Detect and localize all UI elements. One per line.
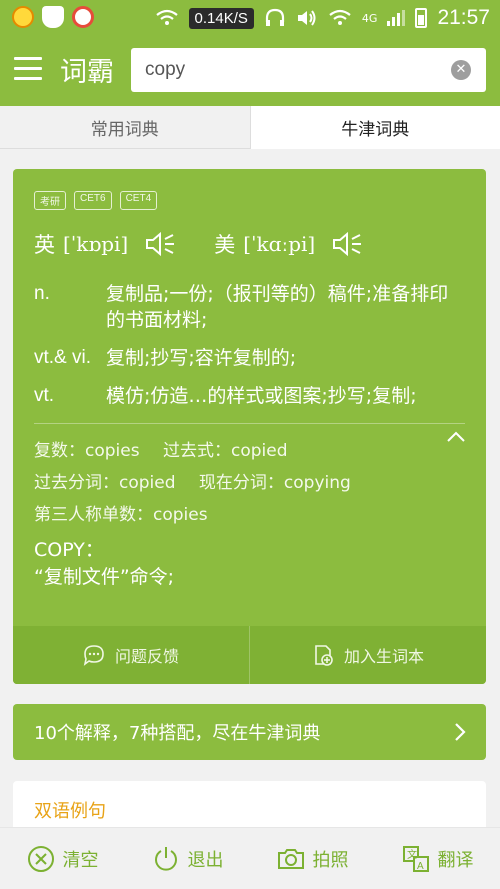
translate-button[interactable]: 文 A 翻译 <box>375 828 500 889</box>
cell-signal-icon <box>387 10 406 26</box>
speaker-uk-icon[interactable] <box>144 230 176 258</box>
clear-label: 清空 <box>62 849 99 871</box>
network-type: 4G <box>361 11 378 25</box>
feedback-button[interactable]: 问题反馈 <box>13 626 249 684</box>
phonetic: [ˈkɒpi] <box>63 232 129 256</box>
chevron-right-icon <box>455 723 466 741</box>
photo-button[interactable]: 拍照 <box>250 828 375 889</box>
exam-tag: CET4 <box>119 191 158 210</box>
chat-bubble-icon <box>83 645 104 666</box>
photo-label: 拍照 <box>312 849 349 871</box>
oxford-promo-text: 10个解释，7种搭配，尽在牛津词典 <box>34 723 321 744</box>
bottom-toolbar: 清空 退出 拍照 文 A 翻译 <box>0 827 500 889</box>
definition-text: 复制;抄写;容许复制的; <box>106 347 297 369</box>
wifi-icon <box>155 9 178 25</box>
shield-icon <box>42 6 64 28</box>
alarm-app-icon <box>72 6 94 28</box>
net-speed: 0.14K/S <box>188 7 254 29</box>
search-input[interactable] <box>131 48 451 92</box>
clear-circle-icon <box>27 845 54 872</box>
app-title: 词霸 <box>60 57 114 88</box>
search-box[interactable]: ✕ <box>131 48 486 92</box>
form-past: 过去式：copied <box>162 441 288 461</box>
notification-icons <box>12 6 94 28</box>
feedback-label: 问题反馈 <box>114 647 179 666</box>
definition-text: 复制品;一份;（报刊等的）稿件;准备排印的书面材料; <box>106 283 449 331</box>
app-notification-icon <box>12 6 34 28</box>
extra-meaning: COPY： “复制文件”命令; <box>34 537 174 591</box>
card-actions: 问题反馈 加入生词本 <box>13 626 486 684</box>
oxford-promo-banner[interactable]: 10个解释，7种搭配，尽在牛津词典 <box>13 704 486 760</box>
tab-common-dictionary[interactable]: 常用词典 <box>0 106 250 149</box>
menu-icon[interactable] <box>14 57 42 81</box>
definition-row: vt. 模仿;仿造…的样式或图案;抄写;复制; <box>34 383 464 409</box>
form-present-participle: 现在分词：copying <box>198 473 351 493</box>
definitions: n. 复制品;一份;（报刊等的）稿件;准备排印的书面材料; vt.& vi. 复… <box>34 281 464 421</box>
phonetic: [ˈkɑːpi] <box>243 232 316 256</box>
clear-button[interactable]: 清空 <box>0 828 125 889</box>
pronunciation-uk: 英 [ˈkɒpi] <box>34 229 176 259</box>
tab-oxford-dictionary[interactable]: 牛津词典 <box>249 106 500 149</box>
status-bar: 0.14K/S 4G 21:57 <box>0 0 500 36</box>
svg-text:文: 文 <box>407 848 417 861</box>
pronunciations: 英 [ˈkɒpi] 美 [ˈkɑːpi] <box>34 229 363 259</box>
headphones-icon <box>265 8 285 26</box>
exam-tags: 考研 CET6 CET4 <box>34 191 158 210</box>
part-of-speech: n. <box>34 283 50 304</box>
exam-tag: 考研 <box>34 191 66 210</box>
definition-text: 模仿;仿造…的样式或图案;抄写;复制; <box>106 385 417 407</box>
wifi-signal-icon <box>329 9 351 25</box>
section-title: 双语例句 <box>34 801 106 822</box>
exit-button[interactable]: 退出 <box>125 828 250 889</box>
form-plural: 复数：copies <box>34 441 140 461</box>
extra-text: “复制文件”命令; <box>34 566 175 588</box>
add-to-wordbook-button[interactable]: 加入生词本 <box>249 626 486 684</box>
clock: 21:57 <box>437 6 490 29</box>
exam-tag: CET6 <box>74 191 112 210</box>
pronunciation-us: 美 [ˈkɑːpi] <box>214 229 363 259</box>
svg-text:A: A <box>417 861 424 872</box>
chevron-up-icon[interactable] <box>446 431 466 443</box>
form-past-participle: 过去分词：copied <box>34 473 176 493</box>
part-of-speech: vt. <box>34 385 55 406</box>
clear-search-icon[interactable]: ✕ <box>451 60 471 80</box>
power-icon <box>154 846 177 871</box>
add-note-icon <box>315 645 333 666</box>
pronunciation-label: 美 <box>214 233 236 257</box>
volume-icon <box>297 10 316 26</box>
divider <box>34 423 465 424</box>
translate-icon: 文 A <box>402 845 429 872</box>
app-bar: 词霸 ✕ <box>0 36 500 106</box>
dictionary-tabs: 常用词典 牛津词典 <box>0 106 500 149</box>
camera-icon <box>277 848 304 869</box>
add-to-wordbook-label: 加入生词本 <box>343 647 424 666</box>
definition-row: n. 复制品;一份;（报刊等的）稿件;准备排印的书面材料; <box>34 281 464 333</box>
form-third-person: 第三人称单数：copies <box>34 505 208 525</box>
extra-title: COPY： <box>34 539 104 561</box>
translate-label: 翻译 <box>437 849 474 871</box>
part-of-speech: vt.& vi. <box>34 347 92 368</box>
battery-icon <box>415 8 428 28</box>
system-status: 0.14K/S 4G 21:57 <box>155 0 490 36</box>
definition-row: vt.& vi. 复制;抄写;容许复制的; <box>34 345 464 371</box>
word-entry-card: 考研 CET6 CET4 英 [ˈkɒpi] 美 [ˈkɑːpi] n. 复制品… <box>13 169 486 684</box>
speaker-us-icon[interactable] <box>331 230 363 258</box>
pronunciation-label: 英 <box>34 233 55 257</box>
exit-label: 退出 <box>187 849 224 871</box>
word-forms: 复数：copies 过去式：copied 过去分词：copied 现在分词：co… <box>34 435 369 531</box>
